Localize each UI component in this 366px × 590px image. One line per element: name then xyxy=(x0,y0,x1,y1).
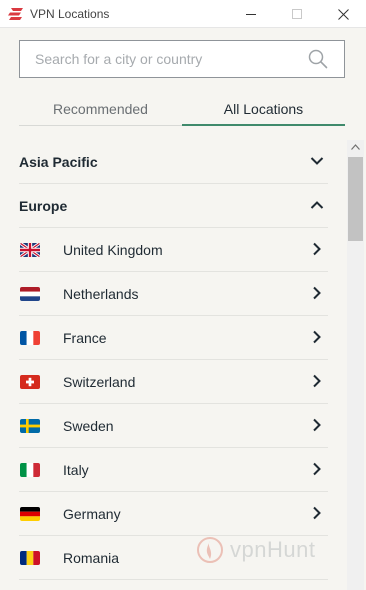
close-icon xyxy=(337,8,349,20)
france-flag-icon xyxy=(20,331,40,345)
romania-flag-icon xyxy=(20,551,40,565)
country-label: Romania xyxy=(63,549,120,566)
germany-flag-icon xyxy=(20,507,40,521)
watermark: vpnHunt xyxy=(196,530,346,570)
country-label: Switzerland xyxy=(63,373,136,390)
section-label: Europe xyxy=(19,197,68,214)
chevron-up-icon xyxy=(310,201,324,209)
watermark-text: vpnHunt xyxy=(230,537,316,562)
country-label: France xyxy=(63,329,107,346)
section-label: Asia Pacific xyxy=(19,153,98,170)
tab-recommended[interactable]: Recommended xyxy=(19,96,182,126)
chevron-right-icon xyxy=(313,286,321,300)
vpnhunt-logo-icon xyxy=(197,537,223,563)
switzerland-flag-icon xyxy=(20,375,40,389)
search-box xyxy=(19,40,345,78)
maximize-icon xyxy=(292,9,302,19)
country-row-united-kingdom[interactable]: United Kingdom xyxy=(19,228,328,272)
netherlands-flag-icon xyxy=(20,287,40,301)
chevron-right-icon xyxy=(313,462,321,476)
section-asia-pacific[interactable]: Asia Pacific xyxy=(19,140,328,184)
title-bar: VPN Locations xyxy=(0,0,366,28)
chevron-right-icon xyxy=(313,242,321,256)
country-label: Sweden xyxy=(63,417,114,434)
country-row-italy[interactable]: Italy xyxy=(19,448,328,492)
country-label: United Kingdom xyxy=(63,241,163,258)
country-label: Netherlands xyxy=(63,285,139,302)
country-row-netherlands[interactable]: Netherlands xyxy=(19,272,328,316)
sweden-flag-icon xyxy=(20,419,40,433)
country-row-switzerland[interactable]: Switzerland xyxy=(19,360,328,404)
location-list: Asia Pacific Europe United Kingdom Nethe… xyxy=(19,140,328,590)
close-button[interactable] xyxy=(320,0,366,28)
search-input[interactable] xyxy=(20,41,300,77)
country-row-france[interactable]: France xyxy=(19,316,328,360)
scroll-up-arrow-icon[interactable] xyxy=(351,144,360,150)
location-tabs: Recommended All Locations xyxy=(19,96,345,126)
country-row-sweden[interactable]: Sweden xyxy=(19,404,328,448)
chevron-right-icon xyxy=(313,330,321,344)
italy-flag-icon xyxy=(20,463,40,477)
tab-all-locations[interactable]: All Locations xyxy=(182,96,345,126)
search-icon[interactable] xyxy=(308,49,328,69)
minimize-button[interactable] xyxy=(228,0,274,28)
maximize-button xyxy=(274,0,320,28)
country-label: Germany xyxy=(63,505,121,522)
window-title: VPN Locations xyxy=(30,7,110,21)
section-europe[interactable]: Europe xyxy=(19,184,328,228)
expressvpn-logo-icon xyxy=(8,8,23,20)
uk-flag-icon xyxy=(20,243,40,257)
country-label: Italy xyxy=(63,461,89,478)
list-scrollbar[interactable] xyxy=(347,140,364,590)
chevron-right-icon xyxy=(313,374,321,388)
chevron-right-icon xyxy=(313,418,321,432)
minimize-icon xyxy=(246,13,256,15)
chevron-right-icon xyxy=(313,506,321,520)
scroll-thumb[interactable] xyxy=(348,157,363,241)
chevron-down-icon xyxy=(310,157,324,165)
